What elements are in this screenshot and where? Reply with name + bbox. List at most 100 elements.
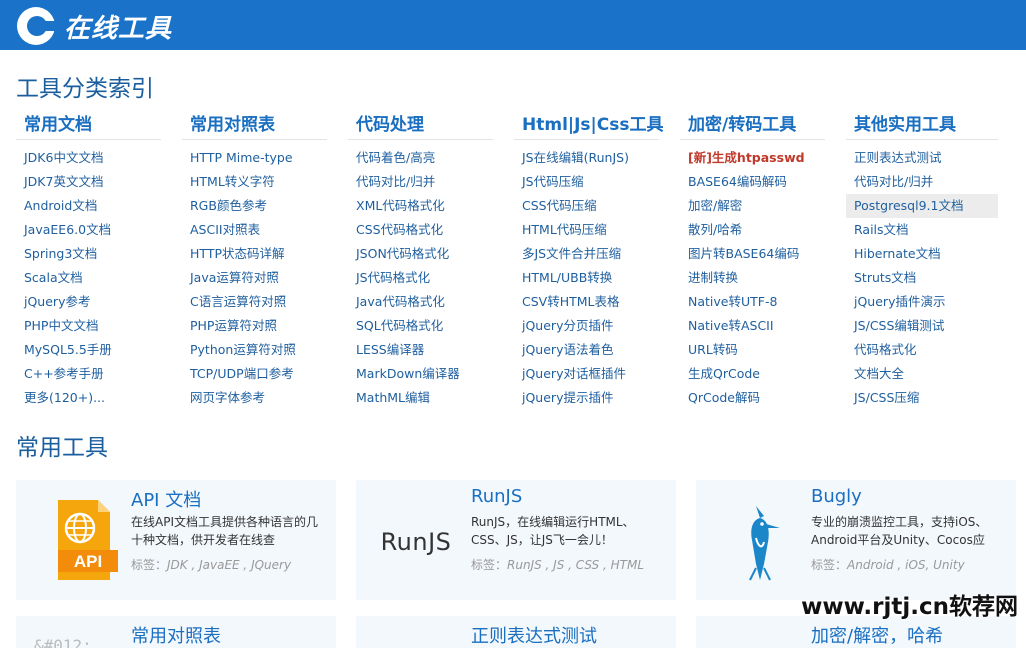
web-tool-link[interactable]: CSS代码压缩 <box>514 194 659 218</box>
web-tool-link[interactable]: CSV转HTML表格 <box>514 290 659 314</box>
card-title[interactable]: 常用对照表 <box>131 622 221 648</box>
category-column-encryption: 加密/转码工具 [新]生成htpasswd BASE64编码解码 加密/解密 散… <box>680 106 825 410</box>
logo-text: 在线工具 <box>64 13 173 44</box>
tool-card-regex-test[interactable]: 正则表达式测试 <box>356 616 676 648</box>
reference-link[interactable]: HTTP Mime-type <box>182 146 327 170</box>
logo-c-icon <box>17 7 56 45</box>
doc-link[interactable]: JDK6中文文档 <box>16 146 161 170</box>
doc-link[interactable]: MySQL5.5手册 <box>16 338 161 362</box>
new-htpasswd-link[interactable]: [新]生成htpasswd <box>680 146 825 170</box>
tool-card-api-docs[interactable]: API API 文档 在线API文档工具提供各种语言的几十种文档，供开发者在线查… <box>16 480 336 600</box>
code-tool-link[interactable]: LESS编译器 <box>348 338 493 362</box>
other-tool-link[interactable]: 代码格式化 <box>846 338 998 362</box>
doc-link[interactable]: Scala文档 <box>16 266 161 290</box>
doc-link[interactable]: JavaEE6.0文档 <box>16 218 161 242</box>
code-tool-link[interactable]: JSON代码格式化 <box>348 242 493 266</box>
code-tool-link[interactable]: MathML编辑 <box>348 386 493 410</box>
code-tool-link[interactable]: 代码着色/高亮 <box>348 146 493 170</box>
encoding-tool-link[interactable]: Native转UTF-8 <box>680 290 825 314</box>
code-tool-link[interactable]: 代码对比/归并 <box>348 170 493 194</box>
other-tool-link[interactable]: Rails文档 <box>846 218 998 242</box>
column-heading: 常用文档 <box>16 106 161 140</box>
web-tool-link[interactable]: JS在线编辑(RunJS) <box>514 146 659 170</box>
web-tool-link[interactable]: jQuery语法着色 <box>514 338 659 362</box>
web-tool-link[interactable]: jQuery分页插件 <box>514 314 659 338</box>
encoding-tool-link[interactable]: 图片转BASE64编码 <box>680 242 825 266</box>
encoding-tool-link[interactable]: Native转ASCII <box>680 314 825 338</box>
reference-link[interactable]: HTML转义字符 <box>182 170 327 194</box>
other-tool-link[interactable]: JS/CSS编辑测试 <box>846 314 998 338</box>
encoding-tool-link[interactable]: BASE64编码解码 <box>680 170 825 194</box>
tag-list: JDK , JavaEE , JQuery <box>167 558 292 572</box>
tool-card-runjs[interactable]: RunJS RunJS RunJS，在线编辑运行HTML、CSS、JS，让JS飞… <box>356 480 676 600</box>
card-title[interactable]: 正则表达式测试 <box>471 622 597 648</box>
code-tool-link[interactable]: CSS代码格式化 <box>348 218 493 242</box>
category-column-html-js-css: Html|Js|Css工具 JS在线编辑(RunJS) JS代码压缩 CSS代码… <box>514 106 663 410</box>
reference-link[interactable]: TCP/UDP端口参考 <box>182 362 327 386</box>
card-title[interactable]: RunJS <box>471 486 522 507</box>
encoding-tool-link[interactable]: 加密/解密 <box>680 194 825 218</box>
web-tool-link[interactable]: 多JS文件合并压缩 <box>514 242 659 266</box>
web-tool-link[interactable]: JS代码压缩 <box>514 170 659 194</box>
encoding-tool-link[interactable]: 生成QrCode <box>680 362 825 386</box>
other-tool-link[interactable]: 文档大全 <box>846 362 998 386</box>
other-tool-link[interactable]: JS/CSS压缩 <box>846 386 998 410</box>
runjs-logo-text: RunJS <box>381 528 452 556</box>
category-column-other-tools: 其他实用工具 正则表达式测试 代码对比/归并 Postgresql9.1文档 R… <box>846 106 998 410</box>
doc-link[interactable]: jQuery参考 <box>16 290 161 314</box>
card-description: 在线API文档工具提供各种语言的几十种文档，供开发者在线查 <box>131 515 318 547</box>
other-tool-link-hovered[interactable]: Postgresql9.1文档 <box>846 194 998 218</box>
web-tool-link[interactable]: jQuery提示插件 <box>514 386 659 410</box>
code-tool-link[interactable]: SQL代码格式化 <box>348 314 493 338</box>
encoding-tool-link[interactable]: QrCode解码 <box>680 386 825 410</box>
reference-link[interactable]: ASCII对照表 <box>182 218 327 242</box>
reference-link[interactable]: HTTP状态码详解 <box>182 242 327 266</box>
tool-card-reference-tables[interactable]: 常用对照表 &#012; <box>16 616 336 648</box>
tag-prefix: 标签： <box>811 558 848 572</box>
web-tool-link[interactable]: jQuery对话框插件 <box>514 362 659 386</box>
tool-card-bugly[interactable]: Bugly 专业的崩溃监控工具，支持iOS、Android平台及Unity、Co… <box>696 480 1016 600</box>
category-column-reference-tables: 常用对照表 HTTP Mime-type HTML转义字符 RGB颜色参考 AS… <box>182 106 327 410</box>
reference-link[interactable]: PHP运算符对照 <box>182 314 327 338</box>
code-tool-link[interactable]: JS代码格式化 <box>348 266 493 290</box>
web-tool-link[interactable]: HTML代码压缩 <box>514 218 659 242</box>
api-icon-label: API <box>74 552 102 571</box>
doc-link[interactable]: PHP中文文档 <box>16 314 161 338</box>
reference-link[interactable]: Java运算符对照 <box>182 266 327 290</box>
code-tool-link[interactable]: Java代码格式化 <box>348 290 493 314</box>
more-docs-link[interactable]: 更多(120+)... <box>16 386 161 410</box>
tag-prefix: 标签： <box>471 558 508 572</box>
doc-link[interactable]: Spring3文档 <box>16 242 161 266</box>
other-tool-link[interactable]: 代码对比/归并 <box>846 170 998 194</box>
tag-list: Android , iOS, Unity <box>847 558 965 572</box>
encoding-tool-link[interactable]: 进制转换 <box>680 266 825 290</box>
web-tool-link[interactable]: HTML/UBB转换 <box>514 266 659 290</box>
encoding-tool-link[interactable]: 散列/哈希 <box>680 218 825 242</box>
column-heading: 加密/转码工具 <box>680 106 825 140</box>
doc-link[interactable]: JDK7英文文档 <box>16 170 161 194</box>
html-entity-icon: &#012; <box>34 636 92 648</box>
encoding-tool-link[interactable]: URL转码 <box>680 338 825 362</box>
other-tool-link[interactable]: 正则表达式测试 <box>846 146 998 170</box>
watermark-text: www.rjtj.cn软荐网 <box>801 594 1018 620</box>
card-title[interactable]: API 文档 <box>131 486 201 512</box>
category-column-docs: 常用文档 JDK6中文文档 JDK7英文文档 Android文档 JavaEE6… <box>16 106 161 410</box>
site-logo[interactable]: 在线工具 <box>16 6 172 46</box>
reference-link[interactable]: 网页字体参考 <box>182 386 327 410</box>
other-tool-link[interactable]: Hibernate文档 <box>846 242 998 266</box>
card-title[interactable]: Bugly <box>811 486 862 507</box>
doc-link[interactable]: Android文档 <box>16 194 161 218</box>
tag-list: RunJS , JS , CSS , HTML <box>507 558 645 572</box>
reference-link[interactable]: C语言运算符对照 <box>182 290 327 314</box>
card-tags: 标签：Android , iOS, Unity <box>811 556 965 573</box>
other-tool-link[interactable]: jQuery插件演示 <box>846 290 998 314</box>
index-section-title: 工具分类索引 <box>16 76 154 102</box>
reference-link[interactable]: RGB颜色参考 <box>182 194 327 218</box>
card-tags: 标签：RunJS , JS , CSS , HTML <box>471 556 644 573</box>
code-tool-link[interactable]: XML代码格式化 <box>348 194 493 218</box>
card-title[interactable]: 加密/解密，哈希 <box>811 622 943 648</box>
doc-link[interactable]: C++参考手册 <box>16 362 161 386</box>
code-tool-link[interactable]: MarkDown编译器 <box>348 362 493 386</box>
reference-link[interactable]: Python运算符对照 <box>182 338 327 362</box>
other-tool-link[interactable]: Struts文档 <box>846 266 998 290</box>
